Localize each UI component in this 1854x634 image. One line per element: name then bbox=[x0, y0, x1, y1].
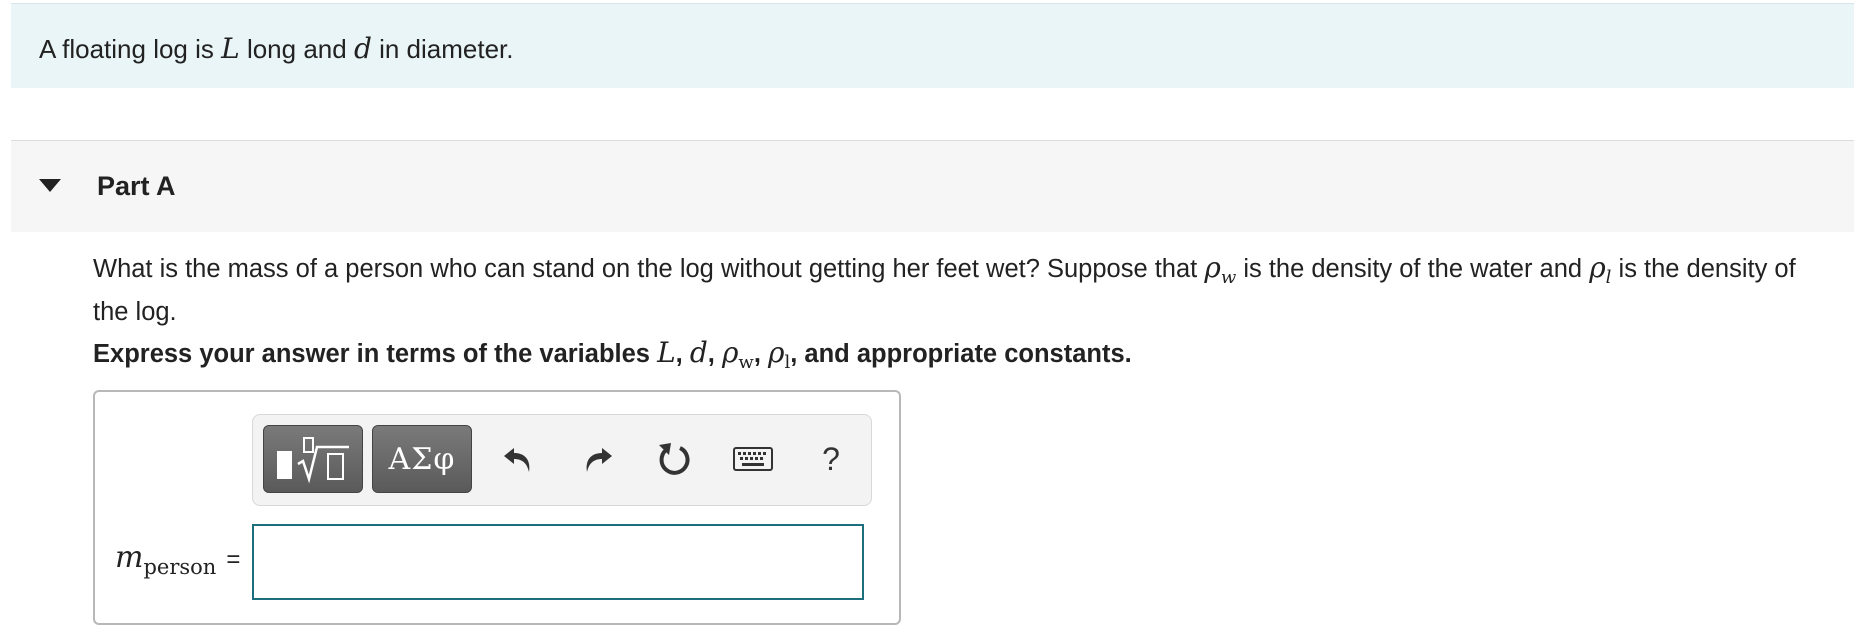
instruction-prefix: Express your answer in terms of the vari… bbox=[93, 340, 658, 368]
redo-icon bbox=[586, 448, 612, 472]
reset-button[interactable] bbox=[649, 433, 701, 485]
answer-input[interactable] bbox=[252, 524, 864, 600]
intro-text-mid: long and bbox=[239, 34, 354, 64]
question-line-2: the log. bbox=[93, 298, 177, 326]
answer-label-equals: = bbox=[226, 546, 241, 573]
instr-var-rho-l: ρl bbox=[768, 336, 790, 373]
instr-rho-w-sub: w bbox=[738, 352, 754, 373]
keyboard-button[interactable] bbox=[727, 433, 779, 485]
keyboard-icon bbox=[733, 447, 773, 471]
intro-text: A floating log is L long and d in diamet… bbox=[39, 32, 514, 66]
redo-button[interactable] bbox=[571, 433, 623, 485]
var-d: d bbox=[353, 32, 372, 65]
help-button[interactable]: ? bbox=[805, 433, 857, 485]
answer-label: mperson = bbox=[115, 540, 240, 579]
problem-intro: A floating log is L long and d in diamet… bbox=[11, 3, 1854, 88]
undo-button[interactable] bbox=[493, 433, 545, 485]
var-L: L bbox=[221, 32, 240, 65]
rho-w-sub: w bbox=[1220, 267, 1237, 288]
templates-button[interactable] bbox=[263, 425, 363, 493]
question-segment-b: is the density of the water and bbox=[1236, 255, 1590, 283]
rho-l-base: ρ bbox=[1589, 251, 1606, 284]
collapse-caret-icon[interactable] bbox=[39, 179, 61, 192]
intro-text-suffix: in diameter. bbox=[371, 34, 514, 64]
part-title: Part A bbox=[97, 171, 176, 201]
instr-var-L: L bbox=[657, 336, 676, 369]
undo-icon bbox=[504, 448, 530, 472]
question-segment-a: What is the mass of a person who can sta… bbox=[93, 255, 1205, 283]
intro-text-prefix: A floating log is bbox=[39, 34, 222, 64]
part-a-header[interactable]: Part A bbox=[11, 140, 1854, 232]
answer-label-sub: person bbox=[143, 555, 217, 579]
instr-sep-2: , bbox=[707, 340, 722, 368]
instr-rho-l-base: ρ bbox=[768, 336, 785, 369]
reset-icon bbox=[659, 443, 690, 475]
answer-instruction: Express your answer in terms of the vari… bbox=[93, 336, 1132, 373]
answer-label-var: m bbox=[115, 540, 144, 575]
question-text: What is the mass of a person who can sta… bbox=[93, 251, 1853, 329]
question-segment-c: is the density of bbox=[1611, 255, 1796, 283]
question-line-1: What is the mass of a person who can sta… bbox=[93, 251, 1853, 295]
answer-box: ΑΣφ ? mperson = bbox=[93, 390, 901, 625]
greek-symbols-button[interactable]: ΑΣφ bbox=[372, 425, 472, 493]
instr-var-d: d bbox=[689, 336, 708, 369]
templates-icon bbox=[277, 437, 349, 484]
instr-sep-3: , bbox=[753, 340, 769, 368]
math-toolbar: ΑΣφ ? bbox=[252, 414, 872, 506]
rho-l: ρl bbox=[1589, 251, 1611, 288]
instr-sep-1: , bbox=[675, 340, 690, 368]
instruction-suffix: , and appropriate constants. bbox=[790, 340, 1132, 368]
instr-rho-w-base: ρ bbox=[721, 336, 739, 369]
instr-var-rho-w: ρw bbox=[721, 336, 754, 373]
rho-w: ρw bbox=[1204, 251, 1236, 288]
rho-w-base: ρ bbox=[1204, 251, 1221, 284]
